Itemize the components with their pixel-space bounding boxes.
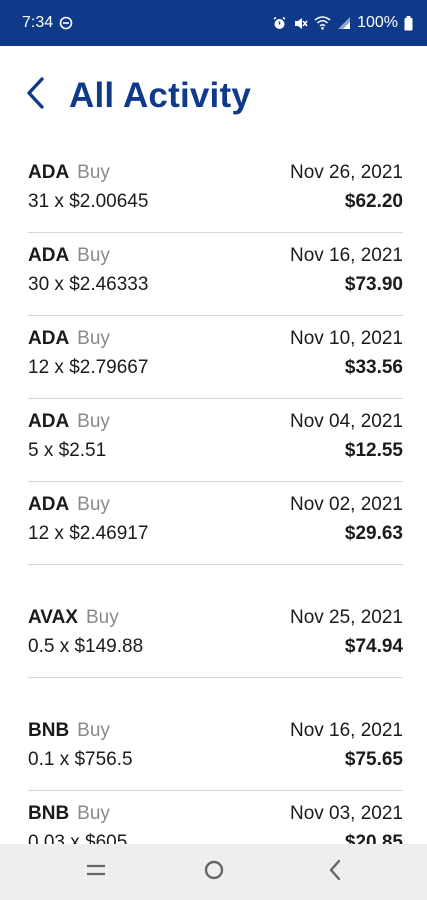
asset-symbol: BNB xyxy=(28,720,70,741)
transaction-line-primary: ADA Buy Nov 02, 2021 xyxy=(28,493,403,517)
transaction-total: $75.65 xyxy=(344,749,403,770)
transaction-row[interactable]: BNB Buy Nov 03, 2021 0.03 x $605 $20.85 xyxy=(28,791,403,844)
transaction-line-secondary: 12 x $2.46917 $29.63 xyxy=(28,522,403,546)
header: All Activity xyxy=(0,46,427,150)
transaction-asset: AVAX Buy xyxy=(28,606,119,630)
transaction-line-primary: BNB Buy Nov 03, 2021 xyxy=(28,802,403,826)
transaction-date: Nov 25, 2021 xyxy=(289,607,403,628)
asset-symbol: ADA xyxy=(28,411,70,432)
transaction-date: Nov 04, 2021 xyxy=(289,411,403,432)
quantity-price: 5 x $2.51 xyxy=(28,440,107,461)
order-side: Buy xyxy=(77,245,110,266)
asset-symbol: AVAX xyxy=(28,607,78,628)
battery-percent: 100% xyxy=(357,14,398,31)
page-title: All Activity xyxy=(69,76,251,115)
order-side: Buy xyxy=(85,607,119,628)
transaction-date: Nov 10, 2021 xyxy=(289,328,403,349)
order-side: Buy xyxy=(77,494,110,515)
transaction-line-secondary: 0.03 x $605 $20.85 xyxy=(28,831,403,844)
transaction-date: Nov 16, 2021 xyxy=(289,245,403,266)
transaction-row[interactable]: ADA Buy Nov 10, 2021 12 x $2.79667 $33.56 xyxy=(28,316,403,399)
recent-apps-icon xyxy=(86,862,106,883)
transaction-asset: BNB Buy xyxy=(28,719,110,743)
transaction-row[interactable]: ADA Buy Nov 04, 2021 5 x $2.51 $12.55 xyxy=(28,399,403,482)
wifi-icon xyxy=(314,16,331,30)
nav-bar xyxy=(0,844,427,900)
home-button[interactable] xyxy=(199,858,229,886)
transaction-date: Nov 16, 2021 xyxy=(289,720,403,741)
order-side: Buy xyxy=(77,803,110,824)
transaction-total: $29.63 xyxy=(344,523,403,544)
quantity-price: 30 x $2.46333 xyxy=(28,274,149,295)
activity-list[interactable]: ADA Buy Nov 26, 2021 31 x $2.00645 $62.20 ADA… xyxy=(0,150,427,844)
transaction-line-primary: ADA Buy Nov 26, 2021 xyxy=(28,161,403,185)
transaction-asset: ADA Buy xyxy=(28,327,110,351)
transaction-line-primary: BNB Buy Nov 16, 2021 xyxy=(28,719,403,743)
transaction-row[interactable]: ADA Buy Nov 02, 2021 12 x $2.46917 $29.63 xyxy=(28,482,403,565)
status-time: 7:34 xyxy=(22,14,54,31)
transaction-line-primary: ADA Buy Nov 04, 2021 xyxy=(28,410,403,434)
order-side: Buy xyxy=(77,328,110,349)
transaction-line-secondary: 12 x $2.79667 $33.56 xyxy=(28,356,403,380)
transaction-line-secondary: 0.5 x $149.88 $74.94 xyxy=(28,635,403,659)
recent-apps-button[interactable] xyxy=(81,858,111,886)
asset-symbol: ADA xyxy=(28,328,70,349)
alarm-icon xyxy=(272,16,287,31)
system-back-button[interactable] xyxy=(320,858,350,886)
transaction-total: $74.94 xyxy=(344,636,403,657)
home-icon xyxy=(203,859,225,886)
transaction-line-primary: ADA Buy Nov 16, 2021 xyxy=(28,244,403,268)
asset-symbol: ADA xyxy=(28,245,70,266)
transaction-line-secondary: 30 x $2.46333 $73.90 xyxy=(28,273,403,297)
signal-icon xyxy=(337,16,351,30)
transaction-total: $73.90 xyxy=(344,274,403,295)
order-side: Buy xyxy=(77,720,110,741)
transaction-date: Nov 26, 2021 xyxy=(289,162,403,183)
order-side: Buy xyxy=(77,162,110,183)
transaction-asset: ADA Buy xyxy=(28,161,110,185)
transaction-total: $33.56 xyxy=(344,357,403,378)
transaction-total: $20.85 xyxy=(344,832,403,844)
transaction-asset: BNB Buy xyxy=(28,802,110,826)
transaction-line-primary: AVAX Buy Nov 25, 2021 xyxy=(28,606,403,630)
quantity-price: 31 x $2.00645 xyxy=(28,191,149,212)
transaction-line-secondary: 31 x $2.00645 $62.20 xyxy=(28,190,403,214)
transaction-row[interactable]: ADA Buy Nov 26, 2021 31 x $2.00645 $62.20 xyxy=(28,150,403,233)
mute-icon xyxy=(293,16,308,31)
dnd-icon xyxy=(59,16,73,30)
transaction-line-secondary: 5 x $2.51 $12.55 xyxy=(28,439,403,463)
asset-symbol: ADA xyxy=(28,162,70,183)
quantity-price: 0.5 x $149.88 xyxy=(28,636,144,657)
chevron-left-icon xyxy=(25,76,45,114)
transaction-row[interactable]: BNB Buy Nov 16, 2021 0.1 x $756.5 $75.65 xyxy=(28,708,403,791)
status-bar: 7:34 100% xyxy=(0,0,427,46)
asset-symbol: BNB xyxy=(28,803,70,824)
quantity-price: 12 x $2.46917 xyxy=(28,523,149,544)
transaction-row[interactable]: AVAX Buy Nov 25, 2021 0.5 x $149.88 $74.94 xyxy=(28,595,403,678)
transaction-total: $62.20 xyxy=(344,191,403,212)
transaction-date: Nov 02, 2021 xyxy=(289,494,403,515)
transaction-row[interactable]: ADA Buy Nov 16, 2021 30 x $2.46333 $73.90 xyxy=(28,233,403,316)
transaction-asset: ADA Buy xyxy=(28,244,110,268)
transaction-line-primary: ADA Buy Nov 10, 2021 xyxy=(28,327,403,351)
transaction-line-secondary: 0.1 x $756.5 $75.65 xyxy=(28,748,403,772)
transaction-asset: ADA Buy xyxy=(28,410,110,434)
order-side: Buy xyxy=(77,411,110,432)
back-button[interactable] xyxy=(20,76,50,114)
transaction-total: $12.55 xyxy=(344,440,403,461)
battery-icon xyxy=(404,15,413,31)
back-icon xyxy=(328,859,342,886)
status-right: 100% xyxy=(272,14,413,32)
quantity-price: 0.03 x $605 xyxy=(28,832,128,844)
transaction-date: Nov 03, 2021 xyxy=(289,803,403,824)
transaction-asset: ADA Buy xyxy=(28,493,110,517)
quantity-price: 12 x $2.79667 xyxy=(28,357,149,378)
asset-symbol: ADA xyxy=(28,494,70,515)
status-left: 7:34 xyxy=(22,14,73,32)
quantity-price: 0.1 x $756.5 xyxy=(28,749,133,770)
